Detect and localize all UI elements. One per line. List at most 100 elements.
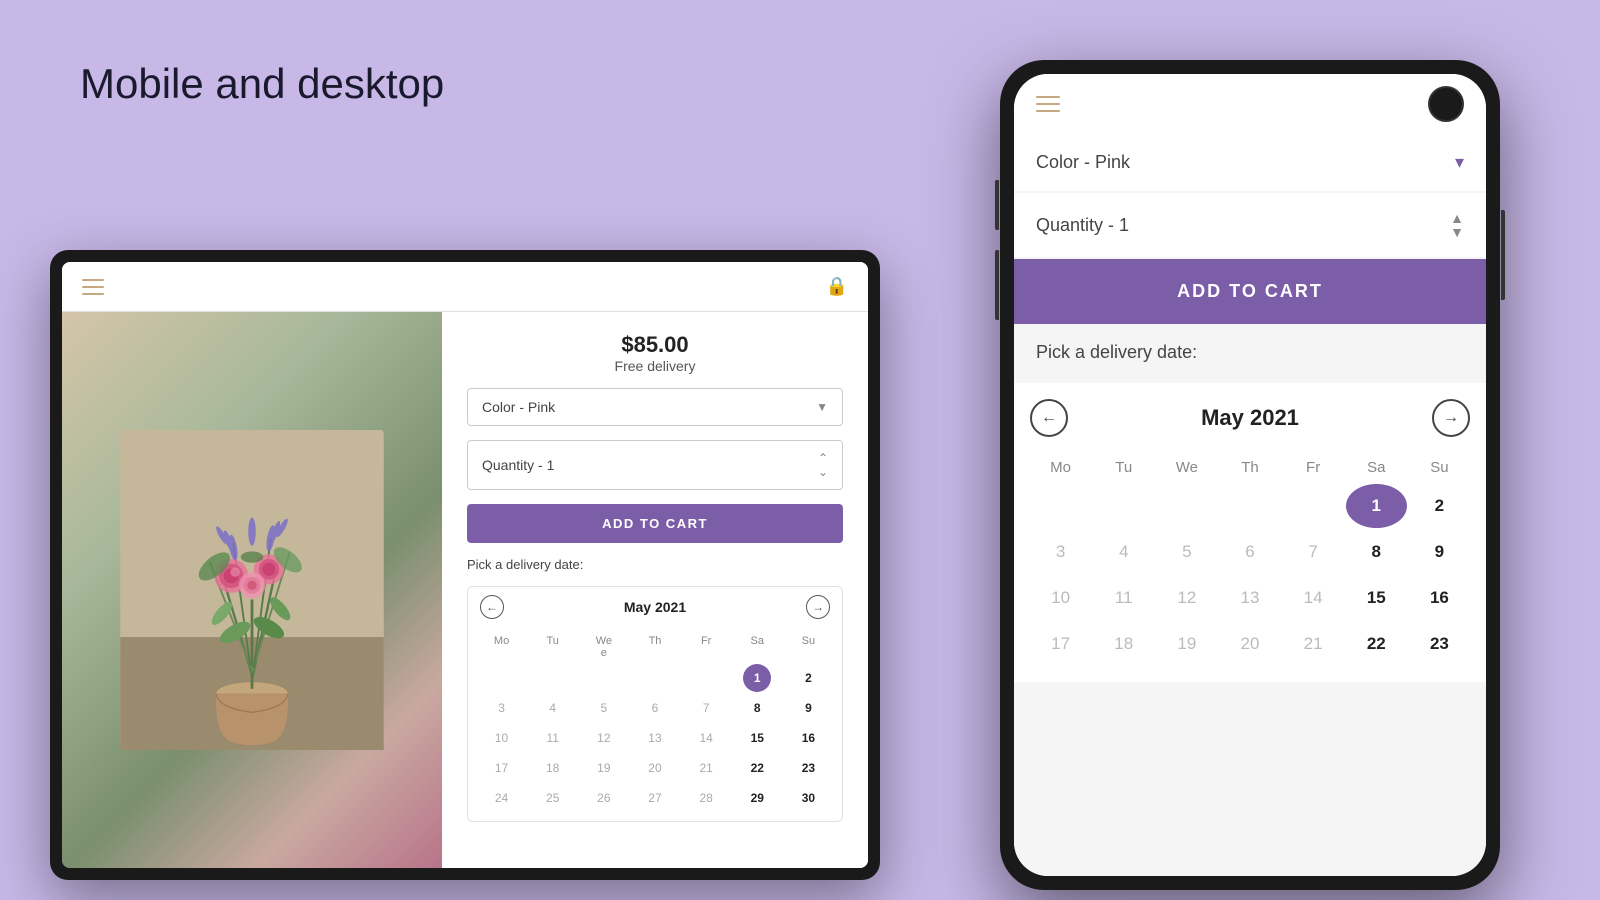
phone-cal-day-14[interactable]: 14 — [1283, 576, 1344, 620]
phone-cal-day-4[interactable]: 4 — [1093, 530, 1154, 574]
cal-day-13[interactable]: 13 — [641, 724, 669, 752]
calendar-next-button[interactable]: → — [806, 595, 830, 619]
day-header-sa: Sa — [732, 631, 783, 663]
phone-button-left2 — [995, 250, 999, 320]
cal-day-23[interactable]: 23 — [794, 754, 822, 782]
quantity-label: Quantity - 1 — [482, 457, 554, 473]
cal-day-18[interactable]: 18 — [539, 754, 567, 782]
cal-day-3[interactable]: 3 — [488, 694, 516, 722]
phone-delivery-section: Pick a delivery date: — [1014, 324, 1486, 381]
cal-day-27[interactable]: 27 — [641, 784, 669, 812]
cal-day-1[interactable]: 1 — [743, 664, 771, 692]
cal-day-4[interactable]: 4 — [539, 694, 567, 722]
day-header-fr: Fr — [681, 631, 732, 663]
phone-content: Color - Pink ▾ Quantity - 1 ▲▼ ADD TO CA… — [1014, 134, 1486, 876]
phone-day-header-we: We — [1156, 453, 1217, 482]
cal-day-8[interactable]: 8 — [743, 694, 771, 722]
cal-day-17[interactable]: 17 — [488, 754, 516, 782]
cal-day-19[interactable]: 19 — [590, 754, 618, 782]
phone-day-header-tu: Tu — [1093, 453, 1154, 482]
cal-day-20[interactable]: 20 — [641, 754, 669, 782]
phone-cal-day-2[interactable]: 2 — [1409, 484, 1470, 528]
cal-day-10[interactable]: 10 — [488, 724, 516, 752]
phone-cal-day-23[interactable]: 23 — [1409, 622, 1470, 666]
phone-cal-empty — [1093, 484, 1154, 528]
phone-cal-day-19[interactable]: 19 — [1156, 622, 1217, 666]
quantity-select[interactable]: Quantity - 1 ⌃⌄ — [467, 440, 843, 490]
cal-day-14[interactable]: 14 — [692, 724, 720, 752]
lock-icon: 🔒 — [826, 276, 848, 297]
cal-day-25[interactable]: 25 — [539, 784, 567, 812]
add-to-cart-button[interactable]: ADD TO CART — [467, 504, 843, 543]
tablet-top-bar: 🔒 — [62, 262, 868, 312]
phone-quantity-section: Quantity - 1 ▲▼ — [1014, 193, 1486, 257]
phone-cal-day-16[interactable]: 16 — [1409, 576, 1470, 620]
phone-cal-day-20[interactable]: 20 — [1219, 622, 1280, 666]
cal-day-29[interactable]: 29 — [743, 784, 771, 812]
phone-cal-day-5[interactable]: 5 — [1156, 530, 1217, 574]
tablet-device: 🔒 — [50, 250, 880, 880]
phone-add-cart-section: ADD TO CART — [1014, 259, 1486, 324]
phone-calendar-prev-button[interactable]: ← — [1030, 399, 1068, 437]
cal-day-9[interactable]: 9 — [794, 694, 822, 722]
cal-day-5[interactable]: 5 — [590, 694, 618, 722]
cal-day-15[interactable]: 15 — [743, 724, 771, 752]
cal-day-21[interactable]: 21 — [692, 754, 720, 782]
calendar-grid: Mo Tu Wee Th Fr Sa Su 1 2 — [468, 627, 842, 821]
phone-day-header-mo: Mo — [1030, 453, 1091, 482]
hamburger-icon[interactable] — [82, 279, 104, 295]
cal-day-11[interactable]: 11 — [539, 724, 567, 752]
phone-cal-day-3[interactable]: 3 — [1030, 530, 1091, 574]
phone-cal-day-11[interactable]: 11 — [1093, 576, 1154, 620]
cal-day-7[interactable]: 7 — [692, 694, 720, 722]
phone-hamburger-icon[interactable] — [1036, 96, 1060, 112]
phone-cal-day-10[interactable]: 10 — [1030, 576, 1091, 620]
calendar-prev-button[interactable]: ← — [480, 595, 504, 619]
phone-cal-day-21[interactable]: 21 — [1283, 622, 1344, 666]
phone-camera-icon — [1428, 86, 1464, 122]
day-header-mo: Mo — [476, 631, 527, 663]
cal-day-empty — [692, 664, 720, 692]
phone-day-header-sa: Sa — [1346, 453, 1407, 482]
phone-day-header-su: Su — [1409, 453, 1470, 482]
day-header-su: Su — [783, 631, 834, 663]
cal-day-30[interactable]: 30 — [794, 784, 822, 812]
phone-cal-day-13[interactable]: 13 — [1219, 576, 1280, 620]
color-label: Color - Pink — [482, 399, 555, 415]
phone-calendar-header: ← May 2021 → — [1030, 399, 1470, 437]
phone-add-to-cart-button[interactable]: ADD TO CART — [1014, 259, 1486, 324]
color-arrow-icon: ▼ — [816, 400, 828, 414]
phone-cal-day-15[interactable]: 15 — [1346, 576, 1407, 620]
phone-day-header-th: Th — [1219, 453, 1280, 482]
phone-day-header-fr: Fr — [1283, 453, 1344, 482]
phone-cal-day-18[interactable]: 18 — [1093, 622, 1154, 666]
phone-cal-day-6[interactable]: 6 — [1219, 530, 1280, 574]
calendar-month: May 2021 — [624, 599, 686, 615]
cal-day-6[interactable]: 6 — [641, 694, 669, 722]
phone-color-select[interactable]: Color - Pink ▾ — [1036, 152, 1464, 173]
cal-day-26[interactable]: 26 — [590, 784, 618, 812]
phone-cal-day-1[interactable]: 1 — [1346, 484, 1407, 528]
phone-cal-day-8[interactable]: 8 — [1346, 530, 1407, 574]
phone-cal-day-22[interactable]: 22 — [1346, 622, 1407, 666]
cal-day-28[interactable]: 28 — [692, 784, 720, 812]
cal-day-24[interactable]: 24 — [488, 784, 516, 812]
phone-cal-day-12[interactable]: 12 — [1156, 576, 1217, 620]
phone-color-arrow-icon: ▾ — [1455, 152, 1464, 173]
cal-day-22[interactable]: 22 — [743, 754, 771, 782]
phone-cal-day-17[interactable]: 17 — [1030, 622, 1091, 666]
phone-cal-day-9[interactable]: 9 — [1409, 530, 1470, 574]
tablet-content: $85.00 Free delivery Color - Pink ▼ Quan… — [62, 312, 868, 868]
phone-quantity-stepper[interactable]: Quantity - 1 ▲▼ — [1036, 211, 1464, 239]
color-select[interactable]: Color - Pink ▼ — [467, 388, 843, 426]
phone-cal-day-7[interactable]: 7 — [1283, 530, 1344, 574]
cal-day-empty — [539, 664, 567, 692]
stepper-arrows-icon[interactable]: ▲▼ — [1450, 211, 1464, 239]
cal-day-16[interactable]: 16 — [794, 724, 822, 752]
cal-day-2[interactable]: 2 — [794, 664, 822, 692]
phone-cal-empty — [1030, 484, 1091, 528]
phone-calendar-next-button[interactable]: → — [1432, 399, 1470, 437]
quantity-arrow-icon: ⌃⌄ — [818, 451, 828, 479]
cal-day-12[interactable]: 12 — [590, 724, 618, 752]
phone-cal-empty — [1156, 484, 1217, 528]
